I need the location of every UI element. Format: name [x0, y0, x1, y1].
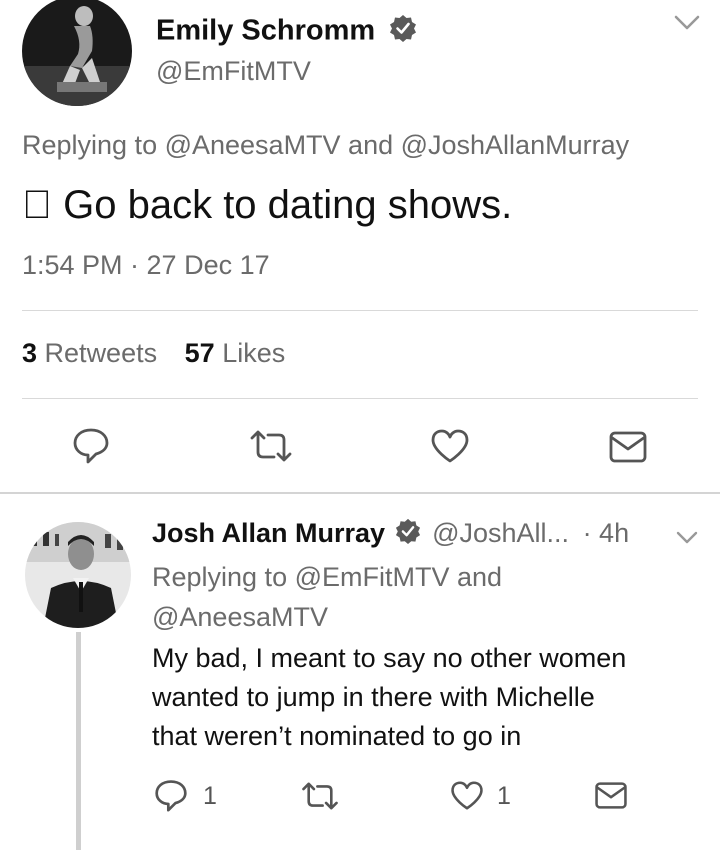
retweet-icon[interactable]: [300, 782, 340, 810]
replying-to[interactable]: Replying to @AneesaMTV and @JoshAllanMur…: [22, 130, 629, 161]
like-count: 1: [497, 782, 511, 810]
reply-text-line: that weren’t nominated to go in: [152, 721, 522, 751]
reply-icon[interactable]: [72, 426, 110, 464]
retweets-stat[interactable]: 3 Retweets: [22, 338, 165, 368]
message-icon[interactable]: [594, 781, 628, 810]
stats-row: 3 Retweets 57 Likes: [22, 338, 285, 369]
author-avatar[interactable]: [22, 0, 132, 106]
verified-badge-icon: [395, 518, 421, 551]
author-handle[interactable]: @EmFitMTV: [156, 56, 311, 87]
thread-line: [76, 632, 81, 850]
divider: [22, 398, 698, 399]
likes-label: Likes: [222, 338, 286, 368]
message-icon[interactable]: [608, 430, 648, 464]
retweet-icon[interactable]: [248, 430, 294, 462]
section-divider: [0, 492, 720, 494]
reply-icon[interactable]: [154, 778, 188, 812]
retweets-count: 3: [22, 338, 38, 368]
reply-header: Josh Allan Murray @JoshAll... · 4h: [152, 518, 629, 551]
likes-count: 57: [184, 338, 215, 368]
author-name[interactable]: Emily Schromm: [156, 14, 417, 50]
reply-replying-to-line2[interactable]: @AneesaMTV: [152, 602, 328, 633]
reply-count: 1: [203, 782, 217, 810]
verified-badge-icon: [389, 14, 417, 50]
divider: [22, 310, 698, 311]
like-icon[interactable]: [430, 428, 470, 464]
author-name-text[interactable]: Emily Schromm: [156, 15, 375, 47]
reply-time: · 4h: [582, 518, 630, 548]
reply-author-name[interactable]: Josh Allan Murray: [152, 518, 385, 548]
reply-author-handle[interactable]: @JoshAll...: [432, 518, 569, 548]
chevron-down-icon[interactable]: [674, 14, 700, 32]
chevron-down-icon[interactable]: [676, 530, 698, 546]
like-icon[interactable]: [450, 780, 484, 811]
reply-replying-to-line1[interactable]: Replying to @EmFitMTV and: [152, 562, 502, 593]
timestamp[interactable]: 1:54 PM · 27 Dec 17: [22, 250, 270, 281]
tweet-text:   Go back to dating shows.: [22, 183, 513, 227]
likes-stat[interactable]: 57 Likes: [185, 338, 286, 368]
reply-text-line: wanted to jump in there with Michelle: [152, 682, 595, 712]
retweets-label: Retweets: [44, 338, 158, 368]
reply-text-line: My bad, I meant to say no other women: [152, 643, 627, 673]
reply-author-avatar[interactable]: [25, 522, 131, 628]
